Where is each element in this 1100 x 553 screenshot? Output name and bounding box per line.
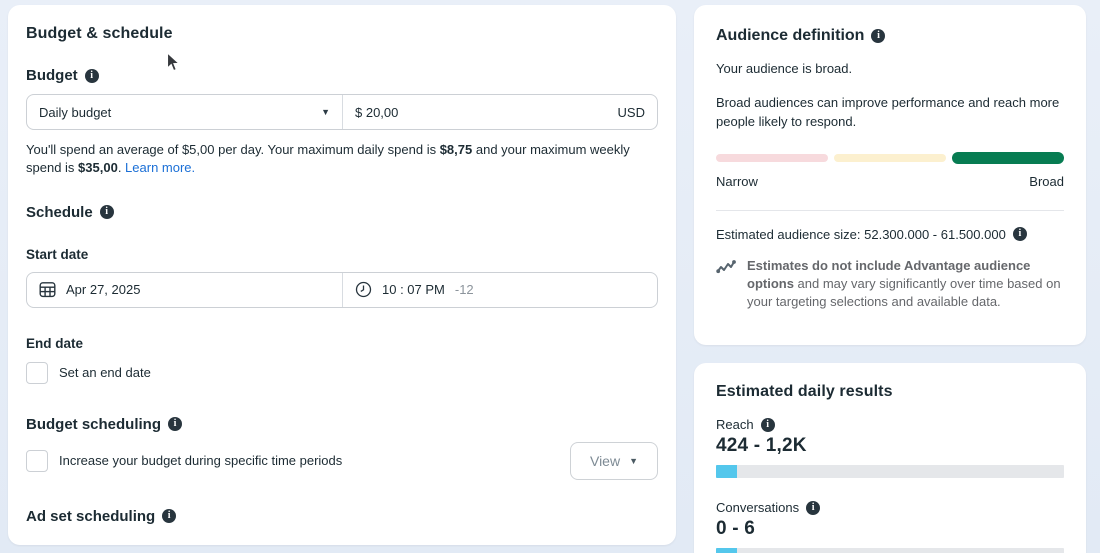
calendar-icon [39,281,56,298]
audience-meter-segment [834,154,946,162]
conversations-value: 0 - 6 [716,518,1064,540]
budget-schedule-page: { "icons": { "caret_down": "▼" }, "budge… [0,0,1100,553]
audience-meter-labels: Narrow Broad [716,174,1064,189]
estimated-daily-results-title: Estimated daily results [716,383,1064,401]
trend-line-icon [716,258,738,276]
budget-type-value: Daily budget [39,105,111,120]
budget-scheduling-checkbox[interactable] [26,450,48,472]
reach-bar [716,465,1064,478]
budget-info-icon[interactable] [85,69,99,83]
estimated-daily-results-card: Estimated daily results Reach 424 - 1,2K… [694,363,1086,553]
budget-label: Budget [26,67,658,84]
ad-set-scheduling-label: Ad set scheduling [26,508,658,525]
meter-broad-label: Broad [1029,174,1064,189]
audience-description-text: Broad audiences can improve performance … [716,94,1064,132]
start-time-value: 10 : 07 PM [382,282,445,297]
budget-scheduling-checkbox-label: Increase your budget during specific tim… [59,453,342,468]
result-bar-fill [716,465,737,478]
reach-value: 424 - 1,2K [716,435,1064,457]
schedule-label: Schedule [26,204,658,221]
audience-meter-segment [952,152,1064,164]
timezone-offset: -12 [455,282,474,297]
budget-type-dropdown[interactable]: Daily budget ▼ [27,95,342,129]
conversations-info-icon[interactable] [806,501,820,515]
audience-size-info-icon[interactable] [1013,227,1027,241]
budget-amount-field[interactable]: $ 20,00 USD [342,95,657,129]
clock-icon [355,281,372,298]
chevron-down-icon: ▼ [321,107,330,117]
chevron-down-icon: ▼ [629,456,638,466]
result-bar-fill [716,548,737,553]
conversations-label: Conversations [716,500,1064,515]
divider [716,210,1064,211]
reach-label: Reach [716,417,1064,432]
currency-label: USD [618,105,645,120]
start-time-field[interactable]: 10 : 07 PM -12 [342,273,657,307]
end-date-checkbox-label: Set an end date [59,365,151,380]
budget-scheduling-row: Increase your budget during specific tim… [26,442,658,480]
budget-schedule-card: Budget & schedule Budget Daily budget ▼ … [8,5,676,545]
start-date-field[interactable]: Apr 27, 2025 [27,273,342,307]
page-title: Budget & schedule [26,25,658,43]
audience-definition-card: Audience definition Your audience is bro… [694,5,1086,345]
estimates-note: Estimates do not include Advantage audie… [716,257,1064,312]
meter-narrow-label: Narrow [716,174,758,189]
conversations-bar [716,548,1064,553]
reach-info-icon[interactable] [761,418,775,432]
schedule-info-icon[interactable] [100,205,114,219]
start-date-input-row: Apr 27, 2025 10 : 07 PM -12 [26,272,658,308]
end-date-checkbox[interactable] [26,362,48,384]
budget-scheduling-label: Budget scheduling [26,416,658,433]
audience-meter-segment [716,154,828,162]
budget-input-row: Daily budget ▼ $ 20,00 USD [26,94,658,130]
audience-meter [716,152,1064,164]
budget-amount-value: $ 20,00 [355,105,398,120]
budget-helper-text: You'll spend an average of $5,00 per day… [26,141,658,178]
view-button[interactable]: View ▼ [570,442,658,480]
audience-definition-info-icon[interactable] [871,29,885,43]
budget-scheduling-info-icon[interactable] [168,417,182,431]
audience-status-text: Your audience is broad. [716,60,1064,79]
audience-definition-title: Audience definition [716,27,1064,45]
learn-more-link[interactable]: Learn more. [125,160,195,175]
ad-set-scheduling-info-icon[interactable] [162,509,176,523]
start-date-label: Start date [26,247,658,262]
end-date-label: End date [26,336,658,351]
start-date-value: Apr 27, 2025 [66,282,140,297]
estimated-audience-size: Estimated audience size: 52.300.000 - 61… [716,227,1064,242]
end-date-checkbox-row: Set an end date [26,360,658,386]
